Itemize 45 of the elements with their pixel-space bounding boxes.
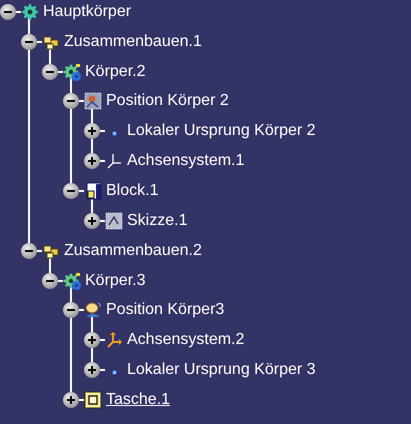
expand-toggle[interactable] [0, 4, 16, 20]
sketch-icon [105, 212, 123, 230]
node-label[interactable]: Zusammenbauen.1 [64, 32, 202, 51]
node-label[interactable]: Achsensystem.2 [127, 331, 244, 350]
expand-toggle[interactable] [42, 64, 58, 80]
expand-toggle[interactable] [84, 212, 100, 229]
node-label[interactable]: Zusammenbauen.2 [64, 242, 202, 260]
pattern-icon [84, 92, 102, 110]
shape-icon [84, 301, 102, 320]
node-label[interactable]: Block.1 [106, 182, 158, 200]
expand-toggle[interactable] [21, 34, 37, 50]
point-icon [112, 130, 117, 136]
expand-toggle[interactable] [84, 153, 100, 170]
gears-icon [63, 272, 81, 290]
point-icon [112, 370, 117, 375]
pocket-icon [84, 390, 102, 409]
node-label[interactable]: Hauptkörper [43, 2, 132, 21]
plus-icon [87, 216, 97, 226]
plus-icon [87, 365, 97, 376]
node-label[interactable]: Körper.3 [85, 272, 146, 290]
axis-icon [105, 331, 123, 350]
node-label[interactable]: Lokaler Ursprung Körper 3 [127, 361, 316, 380]
gear-icon [21, 2, 39, 21]
node-label[interactable]: Tasche.1 [106, 390, 170, 409]
plus-icon [87, 126, 97, 136]
node-label[interactable]: Körper.2 [85, 62, 146, 81]
plus-icon [87, 335, 97, 346]
node-label[interactable]: Position Körper3 [106, 301, 224, 320]
gears-icon [63, 62, 81, 81]
plus-icon [66, 394, 76, 405]
plus-icon [87, 156, 97, 166]
node-label[interactable]: Position Körper 2 [106, 92, 229, 110]
expand-toggle[interactable] [84, 332, 100, 348]
expand-toggle[interactable] [63, 302, 79, 318]
expand-toggle[interactable] [84, 362, 100, 378]
expand-toggle[interactable] [63, 93, 79, 110]
node-label[interactable]: Skizze.1 [127, 212, 188, 230]
expand-toggle[interactable] [42, 272, 58, 289]
axis-icon [105, 152, 123, 170]
node-label[interactable]: Lokaler Ursprung Körper 2 [127, 122, 316, 140]
expand-toggle[interactable] [63, 182, 79, 199]
expand-toggle[interactable] [21, 242, 37, 259]
node-label[interactable]: Achsensystem.1 [127, 152, 244, 170]
expand-toggle[interactable] [63, 392, 79, 408]
expand-toggle[interactable] [84, 123, 100, 140]
